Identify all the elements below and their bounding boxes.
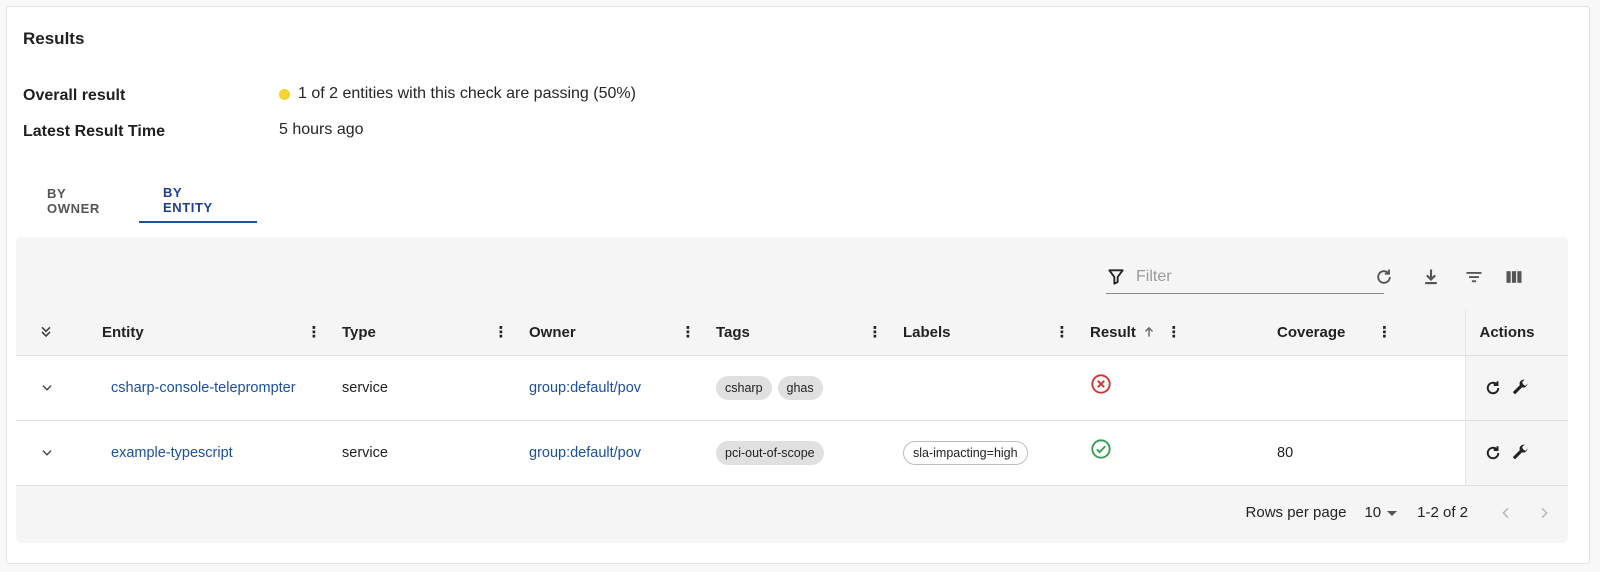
entity-table: Entity ⋮ Type ⋮ Owner ⋮ Tags ⋮ Labels ⋮ Resul… [16,309,1568,486]
entity-link[interactable]: csharp-console-teleprompter [102,380,296,396]
filter-field[interactable] [1106,261,1384,294]
next-page-icon[interactable] [1536,505,1552,521]
refresh-icon[interactable] [1372,265,1396,289]
coverage-cell [1277,355,1465,421]
table-row[interactable]: example-typescript service group:default… [16,420,1568,486]
download-icon[interactable] [1419,265,1443,289]
tab-by-entity[interactable]: BY ENTITY [139,179,257,223]
sort-ascending-icon[interactable] [1142,325,1156,339]
column-header-actions: Actions [1464,309,1568,356]
coverage-cell: 80 [1277,420,1465,486]
column-menu-icon[interactable]: ⋮ [1166,323,1182,341]
overall-result-text: 1 of 2 entities with this check are pass… [298,85,636,102]
wrench-icon[interactable] [1510,443,1530,463]
column-menu-icon[interactable]: ⋮ [306,323,322,341]
previous-page-icon[interactable] [1498,505,1514,521]
expand-row-icon[interactable] [16,446,102,460]
type-cell: service [342,355,529,421]
column-header-tags[interactable]: Tags ⋮ [716,309,903,356]
status-dot-icon [279,88,290,100]
owner-header-label: Owner [529,323,576,341]
column-header-coverage[interactable]: Coverage ⋮ [1277,309,1465,356]
rerun-icon[interactable] [1484,444,1502,462]
expand-row-icon[interactable] [16,381,102,395]
filter-icon [1106,267,1126,287]
results-title: Results [23,29,85,48]
column-header-type[interactable]: Type ⋮ [342,309,529,356]
table-row[interactable]: csharp-console-teleprompter service grou… [16,355,1568,421]
column-header-owner[interactable]: Owner ⋮ [529,309,716,356]
column-header-result[interactable]: Result ⋮ [1090,309,1277,356]
filter-input[interactable] [1134,267,1368,287]
column-header-entity[interactable]: Entity ⋮ [102,309,342,356]
tag-chip[interactable]: csharp [716,376,772,400]
rows-per-page-label: Rows per page [1245,504,1347,521]
tag-chip[interactable]: pci-out-of-scope [716,441,824,465]
actions-header-label: Actions [1479,323,1535,341]
labels-cell [903,355,1090,421]
rows-per-page-select[interactable]: 10 [1364,504,1398,521]
tags-header-label: Tags [716,323,750,341]
expand-all-header[interactable] [16,309,102,356]
column-menu-icon[interactable]: ⋮ [493,323,509,341]
rerun-icon[interactable] [1484,379,1502,397]
table-header-row: Entity ⋮ Type ⋮ Owner ⋮ Tags ⋮ Labels ⋮ Resul… [16,309,1568,356]
tabs: BY OWNER BY ENTITY [23,179,257,225]
owner-link[interactable]: group:default/pov [529,445,641,461]
wrench-icon[interactable] [1510,378,1530,398]
result-header-label: Result [1090,323,1136,341]
type-cell: service [342,420,529,486]
column-menu-icon[interactable]: ⋮ [680,323,696,341]
pagination-footer: Rows per page 10 1-2 of 2 [16,482,1568,543]
column-header-labels[interactable]: Labels ⋮ [903,309,1090,356]
fail-icon [1090,373,1112,395]
pass-icon [1090,438,1112,460]
filter-list-icon[interactable] [1462,265,1486,289]
view-columns-icon[interactable] [1502,265,1526,289]
column-menu-icon[interactable]: ⋮ [1377,323,1393,341]
entity-link[interactable]: example-typescript [102,445,233,461]
type-header-label: Type [342,323,376,341]
overall-result-label: Overall result [23,87,126,104]
latest-result-time-label: Latest Result Time [23,123,165,140]
rows-per-page-value: 10 [1364,504,1382,521]
table-toolbar [16,237,1568,309]
owner-link[interactable]: group:default/pov [529,380,641,396]
column-menu-icon[interactable]: ⋮ [1054,323,1070,341]
caret-down-icon [1387,508,1398,518]
coverage-header-label: Coverage [1277,323,1346,341]
overall-result-value: 1 of 2 entities with this check are pass… [279,85,636,103]
labels-header-label: Labels [903,323,951,341]
column-menu-icon[interactable]: ⋮ [867,323,883,341]
latest-result-time-value: 5 hours ago [279,121,364,138]
label-chip[interactable]: sla-impacting=high [903,441,1028,465]
tab-by-owner[interactable]: BY OWNER [23,179,139,223]
entity-header-label: Entity [102,323,144,341]
pagination-range: 1-2 of 2 [1417,504,1468,521]
tag-chip[interactable]: ghas [777,376,823,400]
entity-table-panel: Entity ⋮ Type ⋮ Owner ⋮ Tags ⋮ Labels ⋮ Resul… [16,237,1568,543]
expand-all-icon[interactable] [16,324,102,340]
